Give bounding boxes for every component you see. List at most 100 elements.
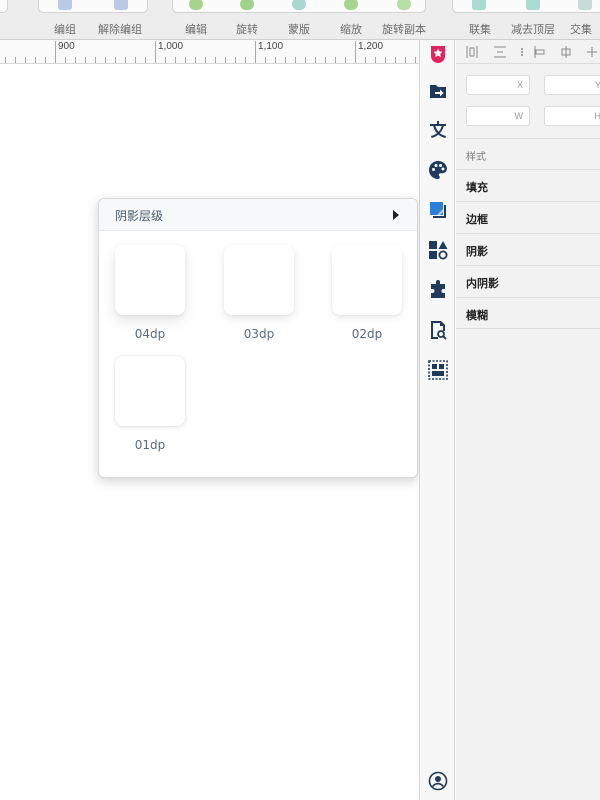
layout-grid-icon[interactable] — [427, 359, 449, 381]
toolbar-label-subtract[interactable]: 减去顶层 — [511, 21, 555, 37]
palette-icon[interactable] — [427, 159, 449, 181]
mask-icon[interactable] — [292, 0, 306, 10]
intersect-icon[interactable] — [578, 0, 592, 10]
alignment-toolbar — [456, 40, 600, 64]
ruler-tick — [25, 57, 26, 63]
inner-shadow-row[interactable]: 内阴影 — [456, 265, 600, 297]
ruler-tick — [5, 57, 6, 63]
ruler-tick — [235, 57, 236, 63]
ruler-tick — [95, 57, 96, 63]
ruler-tick — [345, 57, 346, 63]
scale-icon[interactable] — [344, 0, 358, 10]
ruler-tick — [125, 57, 126, 63]
caret-right-icon[interactable] — [393, 210, 399, 220]
shadow-level-label: 01dp — [134, 438, 166, 452]
ruler-tick — [85, 57, 86, 63]
ruler-tick — [365, 57, 366, 63]
section-divider — [456, 138, 600, 139]
ruler-tick — [415, 57, 416, 63]
toolbar-label-rotate[interactable]: 旋转 — [236, 21, 258, 37]
ruler-tick — [205, 57, 206, 63]
shadow-level-popover: 阴影层级 04dp 03dp 02dp 01dp — [98, 198, 418, 478]
top-toolbar: 编组 解除编组 编辑 旋转 蒙版 缩放 旋转副本 联集 减去顶层 交集 — [0, 0, 600, 40]
shadow-level-header[interactable]: 阴影层级 — [99, 199, 417, 231]
ruler-tick — [255, 41, 256, 63]
toolbar-label-scale[interactable]: 缩放 — [340, 21, 362, 37]
ruler-tick — [65, 57, 66, 63]
align-center-icon[interactable] — [560, 46, 572, 58]
toolbar-group-pill — [38, 0, 148, 13]
export-icon[interactable] — [427, 80, 449, 102]
toolbar-prev-pill[interactable] — [0, 0, 8, 13]
shadow-swatch-04dp[interactable] — [115, 245, 185, 315]
distribute-vertical-icon[interactable] — [494, 46, 506, 58]
align-left-icon[interactable] — [466, 46, 478, 58]
style-section-label: 样式 — [466, 152, 486, 163]
more-vertical-icon[interactable] — [516, 46, 528, 58]
group-icon[interactable] — [58, 0, 72, 10]
toolbar-label-ungroup[interactable]: 解除编组 — [98, 21, 142, 37]
ruler-tick — [265, 57, 266, 63]
ruler-tick — [305, 57, 306, 63]
toolbar-label-edit[interactable]: 编辑 — [185, 21, 207, 37]
puzzle-icon[interactable] — [427, 279, 449, 301]
shapes-icon[interactable] — [427, 239, 449, 261]
ruler-tick — [115, 57, 116, 63]
ruler-tick — [295, 57, 296, 63]
inspector-panel: X Y W H 样式 填充 边框 阴影 内阴影 模糊 — [456, 40, 600, 800]
x-position-field[interactable]: X — [466, 75, 530, 95]
union-icon[interactable] — [472, 0, 486, 10]
toolbar-label-mask[interactable]: 蒙版 — [288, 21, 310, 37]
ruler-tick — [175, 57, 176, 63]
ruler-label: 1,200 — [358, 41, 384, 52]
ruler-tick — [165, 57, 166, 63]
shadow-swatch-02dp[interactable] — [332, 245, 402, 315]
ruler-tick — [35, 57, 36, 63]
width-field[interactable]: W — [466, 106, 530, 126]
ruler-tick — [155, 41, 156, 63]
ruler-tick — [145, 57, 146, 63]
border-row[interactable]: 边框 — [456, 201, 600, 233]
height-field[interactable]: H — [544, 106, 600, 126]
text-icon[interactable] — [427, 119, 449, 141]
ruler-tick — [75, 57, 76, 63]
subtract-icon[interactable] — [526, 0, 540, 10]
ruler-tick — [395, 57, 396, 63]
align-left-edge-icon[interactable] — [534, 46, 546, 58]
toolbar-label-intersect[interactable]: 交集 — [570, 21, 592, 37]
edit-icon[interactable] — [189, 0, 203, 10]
rotate-icon[interactable] — [240, 0, 254, 10]
ungroup-icon[interactable] — [114, 0, 128, 10]
shadow-row[interactable]: 阴影 — [456, 233, 600, 265]
rotate-copy-icon[interactable] — [397, 0, 411, 10]
search-layer-icon[interactable] — [427, 319, 449, 341]
ruler-label: 1,100 — [258, 41, 284, 52]
y-position-field[interactable]: Y — [544, 75, 600, 95]
toolbar-label-rotate-copy[interactable]: 旋转副本 — [382, 21, 426, 37]
ruler-tick — [275, 57, 276, 63]
ruler-label: 1,000 — [158, 41, 184, 52]
shadow-level-label: 02dp — [351, 327, 383, 341]
ruler-tick — [215, 57, 216, 63]
toolbar-label-union[interactable]: 联集 — [469, 21, 491, 37]
ruler-tick — [285, 57, 286, 63]
ruler-tick — [355, 41, 356, 63]
ruler-label: 900 — [58, 41, 75, 52]
horizontal-ruler: 900 1,000 1,100 1,200 — [0, 40, 420, 64]
shadow-swatch-01dp[interactable] — [115, 356, 185, 426]
toolbar-label-group[interactable]: 编组 — [54, 21, 76, 37]
ruler-tick — [245, 57, 246, 63]
ruler-tick — [45, 57, 46, 63]
ruler-tick — [375, 57, 376, 63]
plugin-icon-strip — [419, 40, 455, 800]
blur-row[interactable]: 模糊 — [456, 297, 600, 329]
shadow-icon[interactable] — [427, 199, 449, 221]
ruler-tick — [335, 57, 336, 63]
shadow-swatch-03dp[interactable] — [224, 245, 294, 315]
account-icon[interactable] — [427, 770, 449, 792]
align-right-icon[interactable] — [586, 46, 598, 58]
star-plugin-icon[interactable] — [427, 43, 449, 65]
fill-row[interactable]: 填充 — [456, 169, 600, 201]
ruler-tick — [405, 57, 406, 63]
popover-title: 阴影层级 — [115, 209, 164, 223]
